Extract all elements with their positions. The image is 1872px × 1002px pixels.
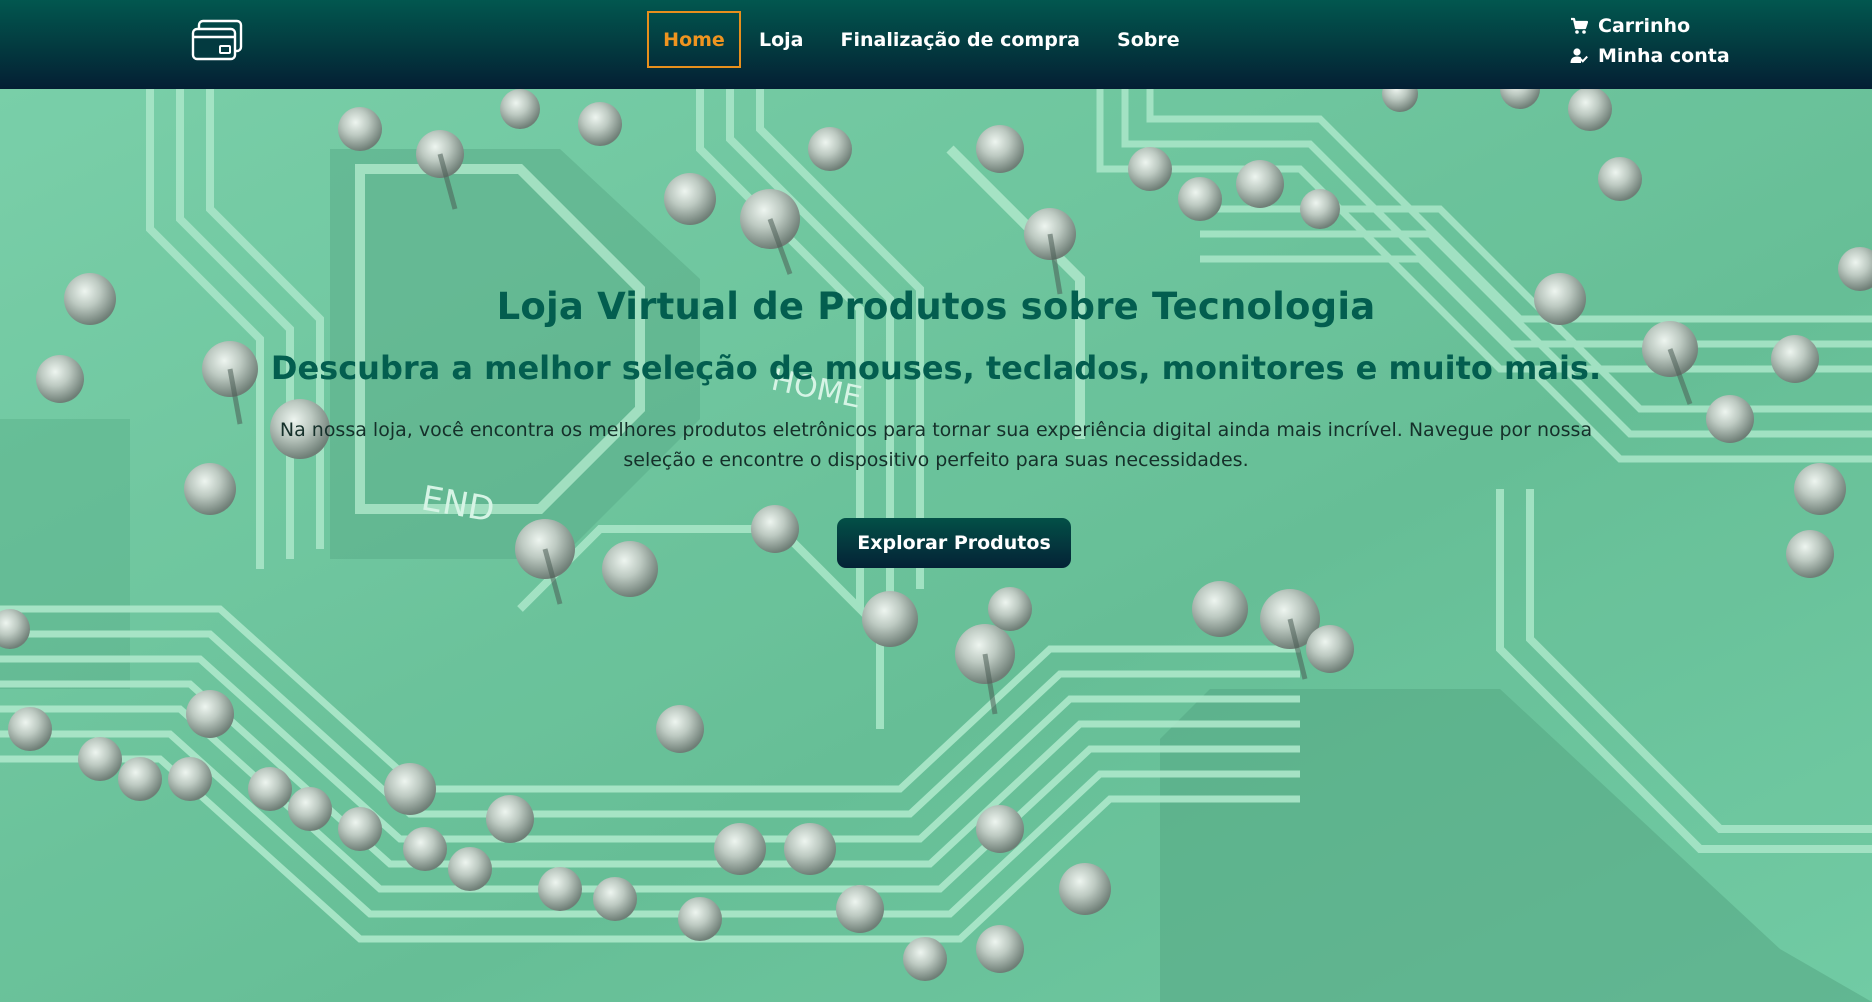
hero-description: Na nossa loja, você encontra os melhores… — [279, 419, 1593, 471]
cart-label: Carrinho — [1598, 15, 1691, 37]
credit-cards-icon[interactable] — [190, 18, 244, 62]
cart-icon — [1571, 17, 1588, 34]
top-navbar: Home Loja Finalização de compra Sobre Ca… — [0, 0, 1872, 89]
nav-checkout[interactable]: Finalização de compra — [841, 11, 1081, 68]
nav-sobre[interactable]: Sobre — [1117, 11, 1180, 68]
hero-subtitle: Descubra a melhor seleção de mouses, tec… — [270, 349, 1602, 387]
explore-products-button[interactable]: Explorar Produtos — [837, 518, 1071, 568]
nav-loja[interactable]: Loja — [759, 11, 804, 68]
hero-title: Loja Virtual de Produtos sobre Tecnologi… — [496, 285, 1376, 328]
cart-link[interactable]: Carrinho — [1570, 11, 1730, 41]
main-nav: Home Loja Finalização de compra Sobre — [647, 11, 1180, 68]
account-link[interactable]: Minha conta — [1570, 41, 1730, 71]
account-menu: Carrinho Minha conta — [1570, 11, 1730, 71]
user-check-icon — [1570, 48, 1588, 63]
account-label: Minha conta — [1598, 45, 1730, 67]
hero-section: HOME END Loja Virtual de Produtos sobre … — [0, 89, 1872, 1002]
nav-home[interactable]: Home — [647, 11, 741, 68]
